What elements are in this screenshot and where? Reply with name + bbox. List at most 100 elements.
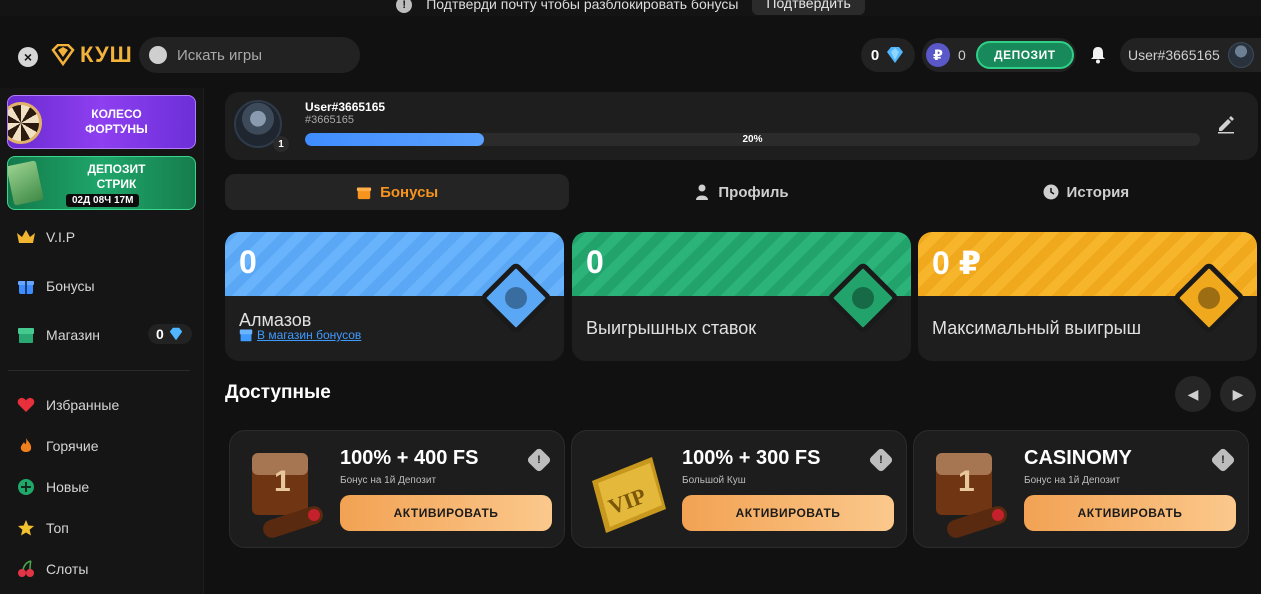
stat-value: 0 bbox=[586, 244, 604, 280]
promo-line-2: ФОРТУНЫ bbox=[85, 122, 148, 136]
sidebar-item-vip[interactable]: V.I.P bbox=[16, 228, 75, 246]
tab-bonuses[interactable]: Бонусы bbox=[225, 174, 570, 210]
sidebar-item-label: Топ bbox=[46, 520, 69, 536]
offer-card: 1 CASINOMY Бонус на 1й Депозит АКТИВИРОВ… bbox=[913, 430, 1249, 548]
tab-label: История bbox=[1066, 183, 1130, 201]
clock-icon bbox=[1043, 184, 1059, 200]
stat-value: 0 ₽ bbox=[932, 245, 981, 281]
available-title: Доступные bbox=[225, 382, 331, 403]
svg-text:1: 1 bbox=[958, 465, 975, 498]
gift-icon bbox=[16, 277, 36, 295]
offer-subtitle: Бонус на 1й Депозит bbox=[340, 475, 437, 486]
bonus-shop-link-text: В магазин бонусов bbox=[257, 328, 362, 342]
carousel-next-button[interactable]: ▶ bbox=[1220, 376, 1256, 412]
activate-button[interactable]: АКТИВИРОВАТЬ bbox=[340, 495, 552, 531]
diamond-icon bbox=[887, 47, 904, 63]
sidebar-item-label: Слоты bbox=[46, 561, 89, 577]
promo-line-1: КОЛЕСО bbox=[91, 107, 142, 121]
logo[interactable]: КУШ bbox=[50, 42, 133, 68]
offer-title: 100% + 400 FS bbox=[340, 447, 479, 469]
search-input[interactable] bbox=[177, 46, 347, 64]
star-icon bbox=[16, 519, 36, 537]
offer-title: 100% + 300 FS bbox=[682, 447, 821, 469]
carousel-prev-button[interactable]: ◀ bbox=[1175, 376, 1211, 412]
profile-id: #3665165 bbox=[305, 114, 354, 126]
flame-icon bbox=[16, 437, 36, 455]
search-icon bbox=[149, 46, 167, 64]
logo-text: КУШ bbox=[80, 42, 133, 67]
shop-icon bbox=[239, 329, 253, 342]
sidebar: КОЛЕСО ФОРТУНЫ ДЕПОЗИТ СТРИК 02Д 08Ч 17М… bbox=[0, 88, 204, 594]
sidebar-item-label: V.I.P bbox=[46, 229, 76, 245]
tab-profile[interactable]: Профиль bbox=[569, 174, 913, 210]
diamond-balance[interactable]: 0 bbox=[861, 38, 915, 72]
shop-diamond-count: 0 bbox=[156, 326, 164, 342]
warning-icon: ! bbox=[396, 0, 413, 13]
stat-card-diamonds: 0 Алмазов В магазин бонусов bbox=[225, 232, 564, 361]
diamond-icon bbox=[169, 327, 183, 341]
offer-card: 1 100% + 400 FS Бонус на 1й Депозит АКТИ… bbox=[229, 430, 565, 548]
fortune-wheel-promo[interactable]: КОЛЕСО ФОРТУНЫ bbox=[7, 95, 196, 149]
promo-line-1: ДЕПОЗИТ bbox=[87, 162, 146, 176]
offer-card: VIP 100% + 300 FS Большой Куш АКТИВИРОВА… bbox=[571, 430, 907, 548]
wallet[interactable]: ₽ 0 ДЕПОЗИТ bbox=[922, 38, 1076, 72]
sidebar-item-label: Горячие bbox=[46, 438, 99, 454]
crown-icon bbox=[16, 228, 36, 246]
deposit-button[interactable]: ДЕПОЗИТ bbox=[975, 41, 1074, 69]
profile-name: User#3665165 bbox=[305, 100, 386, 114]
close-icon[interactable]: × bbox=[18, 47, 38, 67]
notice-text: Подтверди почту чтобы разблокировать бон… bbox=[426, 0, 739, 12]
shop-diamond-badge: 0 bbox=[148, 324, 192, 344]
offer-title: CASINOMY bbox=[1024, 447, 1132, 469]
edit-icon[interactable] bbox=[1216, 114, 1236, 134]
sidebar-item-slots[interactable]: Слоты bbox=[16, 560, 88, 578]
diamond-count: 0 bbox=[870, 46, 880, 64]
diamond-logo-icon bbox=[51, 44, 75, 66]
sidebar-item-label: Магазин bbox=[46, 327, 101, 343]
whiskey-glass-icon: 1 bbox=[936, 453, 1007, 538]
vip-ticket-icon: VIP bbox=[592, 457, 666, 533]
user-icon bbox=[694, 184, 710, 200]
balance-amount: 0 bbox=[958, 47, 966, 63]
stat-card-max-win: 0 ₽ Максимальный выигрыш bbox=[918, 232, 1257, 361]
wheel-icon bbox=[8, 102, 42, 144]
stat-card-wins: 0 Выигрышных ставок bbox=[572, 232, 911, 361]
cherry-icon bbox=[16, 560, 36, 578]
deposit-streak-promo[interactable]: ДЕПОЗИТ СТРИК 02Д 08Ч 17М bbox=[7, 156, 196, 210]
sidebar-item-bonuses[interactable]: Бонусы bbox=[16, 277, 95, 295]
sidebar-item-label: Новые bbox=[46, 479, 90, 495]
activate-button[interactable]: АКТИВИРОВАТЬ bbox=[682, 495, 894, 531]
confirm-email-button[interactable]: Подтвердить bbox=[752, 0, 865, 15]
divider bbox=[8, 370, 190, 371]
info-icon[interactable]: ! bbox=[526, 447, 552, 473]
tab-history[interactable]: История bbox=[914, 174, 1258, 210]
bonus-shop-link[interactable]: В магазин бонусов bbox=[239, 328, 361, 342]
offer-subtitle: Бонус на 1й Депозит bbox=[1024, 475, 1121, 486]
tab-label: Бонусы bbox=[380, 183, 439, 201]
level-badge: 1 bbox=[273, 136, 289, 152]
tabs: Бонусы Профиль История bbox=[225, 174, 1258, 210]
info-icon[interactable]: ! bbox=[1210, 447, 1236, 473]
bell-icon[interactable] bbox=[1089, 46, 1107, 64]
shop-icon bbox=[16, 326, 36, 344]
main-content: 1 User#3665165 #3665165 20% Бонусы Профи… bbox=[204, 88, 1261, 594]
sidebar-item-hot[interactable]: Горячие bbox=[16, 437, 99, 455]
sidebar-item-shop[interactable]: Магазин bbox=[16, 326, 100, 344]
offer-subtitle: Большой Куш bbox=[682, 475, 746, 486]
sidebar-item-label: Бонусы bbox=[46, 278, 95, 294]
stat-label: Выигрышных ставок bbox=[586, 318, 757, 338]
whiskey-glass-icon: 1 bbox=[252, 453, 323, 538]
tab-label: Профиль bbox=[718, 183, 789, 201]
svg-text:1: 1 bbox=[274, 465, 291, 498]
sidebar-item-new[interactable]: Новые bbox=[16, 478, 89, 496]
sidebar-item-favorites[interactable]: Избранные bbox=[16, 396, 119, 414]
info-icon[interactable]: ! bbox=[868, 447, 894, 473]
heart-icon bbox=[16, 396, 36, 414]
gift-icon bbox=[356, 184, 372, 200]
search-box[interactable] bbox=[139, 37, 360, 73]
user-menu[interactable]: User#3665165 bbox=[1120, 38, 1261, 72]
username: User#3665165 bbox=[1128, 47, 1220, 63]
activate-button[interactable]: АКТИВИРОВАТЬ bbox=[1024, 495, 1236, 531]
sidebar-item-top[interactable]: Топ bbox=[16, 519, 69, 537]
email-notice-bar: ! Подтверди почту чтобы разблокировать б… bbox=[0, 0, 1261, 16]
